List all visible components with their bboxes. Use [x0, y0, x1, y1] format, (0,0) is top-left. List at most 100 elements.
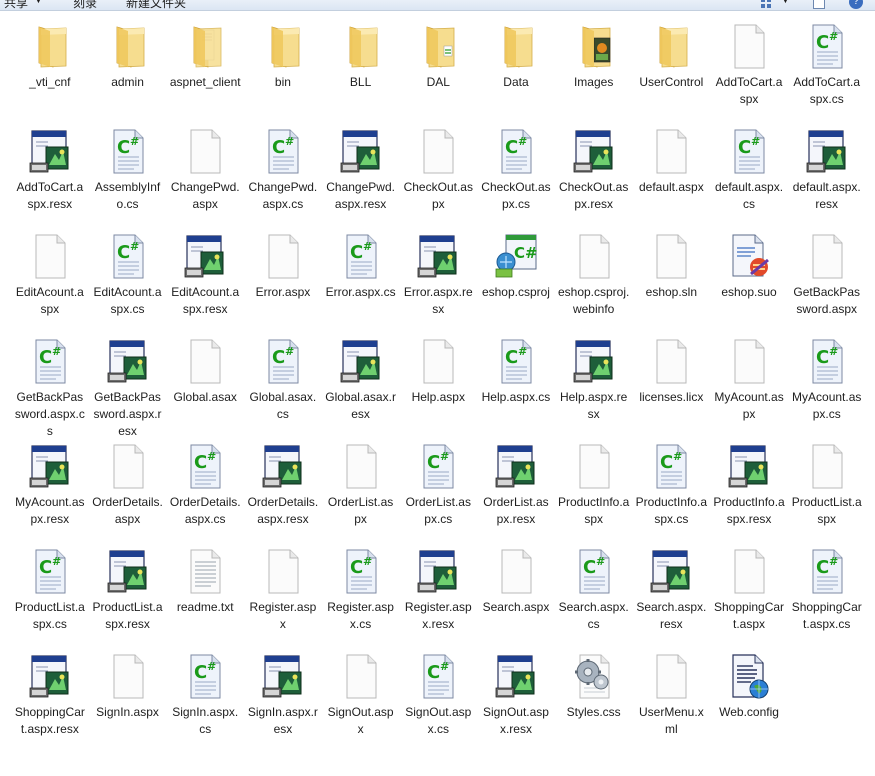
- file-item-help-aspx-cs[interactable]: C # Help.aspx.cs: [477, 337, 555, 442]
- file-item-admin[interactable]: admin: [89, 22, 167, 127]
- blank-icon: [104, 652, 152, 700]
- file-item-assemblyinfo-cs[interactable]: C # AssemblyInfo.cs: [89, 127, 167, 232]
- file-item-orderlist-aspx[interactable]: OrderList.aspx: [322, 442, 400, 547]
- file-name-label: ProductInfo.aspx: [557, 495, 630, 526]
- file-item-search-aspx[interactable]: Search.aspx: [477, 547, 555, 652]
- blank-icon: [725, 337, 773, 385]
- file-item-changepwd-aspx-cs[interactable]: C # ChangePwd.aspx.cs: [244, 127, 322, 232]
- file-item-eshop-csproj-webinfo[interactable]: eshop.csproj.webinfo: [555, 232, 633, 337]
- file-item-default-aspx-resx[interactable]: default.aspx.resx: [788, 127, 866, 232]
- file-item-vti-cnf[interactable]: _vti_cnf: [11, 22, 89, 127]
- file-item-styles-css[interactable]: Styles.css: [555, 652, 633, 757]
- svg-text:C: C: [427, 452, 440, 473]
- file-item-signout-aspx-resx[interactable]: SignOut.aspx.resx: [477, 652, 555, 757]
- file-item-usercontrol[interactable]: UserControl: [633, 22, 711, 127]
- file-item-changepwd-aspx-resx[interactable]: ChangePwd.aspx.resx: [322, 127, 400, 232]
- file-item-productlist-aspx[interactable]: ProductList.aspx: [788, 442, 866, 547]
- file-item-checkout-aspx-cs[interactable]: C # CheckOut.aspx.cs: [477, 127, 555, 232]
- file-name-label: OrderList.aspx.cs: [405, 495, 471, 526]
- file-item-readme-txt[interactable]: readme.txt: [166, 547, 244, 652]
- file-name-label: readme.txt: [176, 600, 234, 614]
- file-item-eshop-sln[interactable]: eshop.sln: [633, 232, 711, 337]
- file-item-usermenu-xml[interactable]: UserMenu.xml: [633, 652, 711, 757]
- file-item-help-aspx[interactable]: Help.aspx: [399, 337, 477, 442]
- file-item-productinfo-aspx-resx[interactable]: ProductInfo.aspx.resx: [710, 442, 788, 547]
- svg-text:C: C: [117, 242, 130, 263]
- file-item-shoppingcart-aspx-cs[interactable]: C # ShoppingCart.aspx.cs: [788, 547, 866, 652]
- file-item-editacount-aspx-resx[interactable]: EditAcount.aspx.resx: [166, 232, 244, 337]
- share-button[interactable]: 共享: [4, 0, 28, 10]
- file-item-signout-aspx-cs[interactable]: C # SignOut.aspx.cs: [399, 652, 477, 757]
- folder-icon: [492, 22, 540, 70]
- file-item-orderlist-aspx-resx[interactable]: OrderList.aspx.resx: [477, 442, 555, 547]
- file-item-getbackpassword-aspx-resx[interactable]: GetBackPassword.aspx.resx: [89, 337, 167, 442]
- file-item-addtocart-aspx-resx[interactable]: AddToCart.aspx.resx: [11, 127, 89, 232]
- preview-pane-icon[interactable]: [813, 0, 825, 9]
- file-item-productlist-aspx-cs[interactable]: C # ProductList.aspx.cs: [11, 547, 89, 652]
- file-item-checkout-aspx[interactable]: CheckOut.aspx: [399, 127, 477, 232]
- file-item-eshop-csproj[interactable]: C# eshop.csproj: [477, 232, 555, 337]
- file-item-default-aspx-cs[interactable]: C # default.aspx.cs: [710, 127, 788, 232]
- file-item-global-asax[interactable]: Global.asax: [166, 337, 244, 442]
- blank-icon: [725, 22, 773, 70]
- file-item-error-aspx-cs[interactable]: C # Error.aspx.cs: [322, 232, 400, 337]
- command-toolbar: 共享 ▼ 刻录 新建文件夹 ▼ ?: [0, 0, 875, 11]
- file-item-orderdetails-aspx[interactable]: OrderDetails.aspx: [89, 442, 167, 547]
- csharp-icon: C #: [26, 337, 74, 385]
- file-item-dal[interactable]: DAL: [399, 22, 477, 127]
- file-item-search-aspx-resx[interactable]: Search.aspx.resx: [633, 547, 711, 652]
- file-item-orderdetails-aspx-resx[interactable]: OrderDetails.aspx.resx: [244, 442, 322, 547]
- file-item-default-aspx[interactable]: default.aspx: [633, 127, 711, 232]
- file-item-error-aspx[interactable]: Error.aspx: [244, 232, 322, 337]
- change-view-icon[interactable]: [760, 0, 772, 9]
- file-item-signout-aspx[interactable]: SignOut.aspx: [322, 652, 400, 757]
- file-item-checkout-aspx-resx[interactable]: CheckOut.aspx.resx: [555, 127, 633, 232]
- file-item-orderlist-aspx-cs[interactable]: C # OrderList.aspx.cs: [399, 442, 477, 547]
- file-item-signin-aspx-cs[interactable]: C # SignIn.aspx.cs: [166, 652, 244, 757]
- file-item-addtocart-aspx-cs[interactable]: C # AddToCart.aspx.cs: [788, 22, 866, 127]
- view-dropdown-icon[interactable]: ▼: [781, 0, 790, 5]
- file-item-error-aspx-resx[interactable]: Error.aspx.resx: [399, 232, 477, 337]
- file-item-search-aspx-cs[interactable]: C # Search.aspx.cs: [555, 547, 633, 652]
- file-item-changepwd-aspx[interactable]: ChangePwd.aspx: [166, 127, 244, 232]
- file-name-label: SignOut.aspx.resx: [482, 705, 549, 736]
- file-item-global-asax-cs[interactable]: C # Global.asax.cs: [244, 337, 322, 442]
- file-item-myacount-aspx[interactable]: MyAcount.aspx: [710, 337, 788, 442]
- file-item-register-aspx[interactable]: Register.aspx: [244, 547, 322, 652]
- file-name-label: OrderList.aspx.resx: [483, 495, 549, 526]
- file-item-productinfo-aspx[interactable]: ProductInfo.aspx: [555, 442, 633, 547]
- file-item-global-asax-resx[interactable]: Global.asax.resx: [322, 337, 400, 442]
- file-item-shoppingcart-aspx-resx[interactable]: ShoppingCart.aspx.resx: [11, 652, 89, 757]
- file-name-label: ChangePwd.aspx: [170, 180, 240, 211]
- file-item-editacount-aspx-cs[interactable]: C # EditAcount.aspx.cs: [89, 232, 167, 337]
- file-item-productlist-aspx-resx[interactable]: ProductList.aspx.resx: [89, 547, 167, 652]
- file-item-getbackpassword-aspx-cs[interactable]: C # GetBackPassword.aspx.cs: [11, 337, 89, 442]
- file-item-signin-aspx[interactable]: SignIn.aspx: [89, 652, 167, 757]
- file-item-bll[interactable]: BLL: [322, 22, 400, 127]
- file-item-eshop-suo[interactable]: eshop.suo: [710, 232, 788, 337]
- file-item-myacount-aspx-cs[interactable]: C # MyAcount.aspx.cs: [788, 337, 866, 442]
- file-item-register-aspx-cs[interactable]: C # Register.aspx.cs: [322, 547, 400, 652]
- file-item-orderdetails-aspx-cs[interactable]: C # OrderDetails.aspx.cs: [166, 442, 244, 547]
- file-item-data[interactable]: Data: [477, 22, 555, 127]
- file-item-images[interactable]: Images: [555, 22, 633, 127]
- file-item-signin-aspx-resx[interactable]: SignIn.aspx.resx: [244, 652, 322, 757]
- share-dropdown-icon[interactable]: ▼: [34, 0, 43, 5]
- resx-icon: [492, 442, 540, 490]
- file-item-licenses-licx[interactable]: licenses.licx: [633, 337, 711, 442]
- file-item-editacount-aspx[interactable]: EditAcount.aspx: [11, 232, 89, 337]
- file-item-web-config[interactable]: Web.config: [710, 652, 788, 757]
- burn-button[interactable]: 刻录: [73, 0, 97, 10]
- new-folder-button[interactable]: 新建文件夹: [126, 0, 186, 10]
- file-item-help-aspx-resx[interactable]: Help.aspx.resx: [555, 337, 633, 442]
- file-item-myacount-aspx-resx[interactable]: MyAcount.aspx.resx: [11, 442, 89, 547]
- csharp-icon: C #: [414, 652, 462, 700]
- file-item-register-aspx-resx[interactable]: Register.aspx.resx: [399, 547, 477, 652]
- file-item-aspnet-client[interactable]: aspnet_client: [166, 22, 244, 127]
- file-item-getbackpassword-aspx[interactable]: GetBackPassword.aspx: [788, 232, 866, 337]
- help-icon[interactable]: ?: [849, 0, 863, 9]
- file-item-shoppingcart-aspx[interactable]: ShoppingCart.aspx: [710, 547, 788, 652]
- file-item-addtocart-aspx[interactable]: AddToCart.aspx: [710, 22, 788, 127]
- file-item-productinfo-aspx-cs[interactable]: C # ProductInfo.aspx.cs: [633, 442, 711, 547]
- file-item-bin[interactable]: bin: [244, 22, 322, 127]
